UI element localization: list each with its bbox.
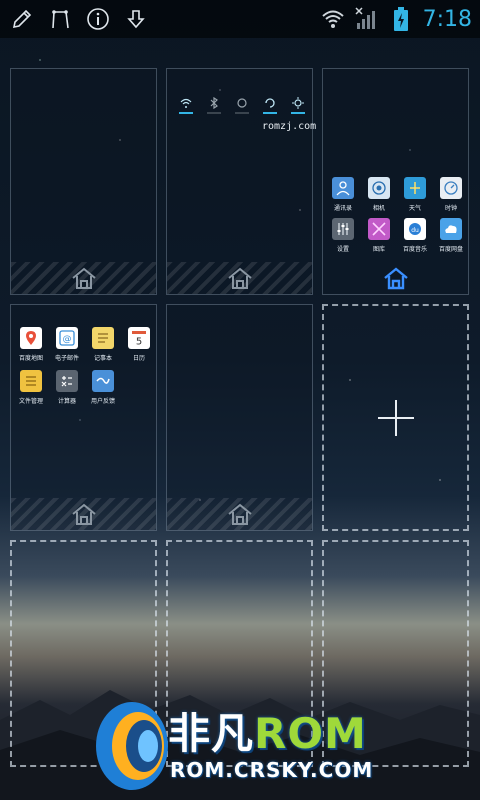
set-home-page-3[interactable]: [323, 262, 468, 294]
app-label: 日历: [132, 355, 145, 362]
app-shortcut: 记事本: [89, 327, 117, 362]
gallery-icon: [368, 218, 390, 240]
logo-brand-text: 非凡ROM: [168, 709, 367, 758]
app-label: 百度地图: [18, 355, 43, 362]
homescreen-page-5[interactable]: [166, 304, 313, 531]
app-label: 天气: [408, 205, 421, 212]
app-shortcut: 图库: [365, 218, 393, 253]
homescreen-page-4[interactable]: 百度地图 @ 电子邮件 记事本 5 日历文件管理 计算器 用户反馈: [10, 304, 157, 531]
info-icon: [86, 7, 110, 31]
battery-charging-icon: [389, 7, 413, 31]
set-home-page-5[interactable]: [167, 498, 312, 530]
svg-text:du: du: [411, 227, 419, 234]
app-shortcut: du 百度音乐: [401, 218, 429, 253]
calendar-icon: 5: [128, 327, 150, 349]
map-icon: [20, 327, 42, 349]
home-active-icon: [383, 267, 408, 290]
set-home-page-1[interactable]: [11, 262, 156, 294]
homescreen-page-3[interactable]: 通讯录 相机 天气 时钟设置 图库 du 百度音乐 百度网盘: [322, 68, 469, 295]
app-label: 通讯录: [333, 205, 352, 212]
wifi-icon: [321, 7, 345, 31]
app-shortcut: 相机: [365, 177, 393, 212]
logo-swirl-icon: [96, 702, 168, 790]
calculator-icon: [56, 370, 78, 392]
contacts-icon: [332, 177, 354, 199]
app-shortcut: 百度地图: [17, 327, 45, 362]
file-manager-icon: [20, 370, 42, 392]
bluetooth-toggle-icon: [207, 96, 221, 110]
power-control-widget: [179, 96, 305, 114]
app-label: 文件管理: [18, 398, 43, 405]
email-icon: @: [56, 327, 78, 349]
app-label: 百度音乐: [402, 246, 427, 253]
music-icon: du: [404, 218, 426, 240]
wifi-toggle-icon: [179, 96, 193, 110]
homescreen-page-1[interactable]: [10, 68, 157, 295]
cloud-icon: [440, 218, 462, 240]
page-3-app-grid: 通讯录 相机 天气 时钟设置 图库 du 百度音乐 百度网盘: [329, 177, 465, 253]
set-home-page-4[interactable]: [11, 498, 156, 530]
feedback-icon: [92, 370, 114, 392]
app-label: 设置: [336, 246, 349, 253]
add-page-icon: [377, 399, 414, 436]
app-label: 计算器: [57, 398, 76, 405]
app-shortcut: 百度网盘: [437, 218, 465, 253]
app-label: 电子邮件: [54, 355, 79, 362]
add-page-slot[interactable]: [322, 304, 469, 531]
app-shortcut: @ 电子邮件: [53, 327, 81, 362]
home-icon: [71, 503, 96, 525]
notepad-icon: [92, 327, 114, 349]
set-home-page-2[interactable]: [167, 262, 312, 294]
brightness-toggle-icon: [291, 96, 305, 110]
app-shortcut: 通讯录: [329, 177, 357, 212]
app-shortcut: 天气: [401, 177, 429, 212]
svg-text:5: 5: [136, 337, 142, 347]
app-label: 百度网盘: [438, 246, 463, 253]
app-shortcut: 用户反馈: [89, 370, 117, 405]
page-4-app-grid: 百度地图 @ 电子邮件 记事本 5 日历文件管理 计算器 用户反馈: [17, 327, 153, 405]
download-icon: [124, 7, 148, 31]
app-shortcut: 5 日历: [125, 327, 153, 362]
homescreen-page-2[interactable]: romzj.com: [166, 68, 317, 295]
camera-icon: [368, 177, 390, 199]
clock-icon: [440, 177, 462, 199]
app-label: 相机: [372, 205, 385, 212]
signal-icon: [355, 7, 379, 31]
app-label: 用户反馈: [90, 398, 115, 405]
app-shortcut: 设置: [329, 218, 357, 253]
settings-icon: [332, 218, 354, 240]
weather-icon: [404, 177, 426, 199]
sim-tool-icon: [48, 7, 72, 31]
home-icon: [71, 267, 96, 289]
svg-text:@: @: [63, 335, 72, 345]
app-label: 记事本: [93, 355, 112, 362]
status-bar: 7:18: [0, 0, 480, 38]
status-clock: 7:18: [422, 6, 472, 32]
app-label: 图库: [372, 246, 385, 253]
edit-icon: [10, 7, 34, 31]
logo-url-text: ROM.CRSKY.COM: [170, 758, 374, 782]
widget-watermark-text: romzj.com: [262, 121, 317, 132]
gps-toggle-icon: [235, 96, 249, 110]
sync-toggle-icon: [263, 96, 277, 110]
home-icon: [227, 503, 252, 525]
app-shortcut: 计算器: [53, 370, 81, 405]
app-shortcut: 时钟: [437, 177, 465, 212]
app-label: 时钟: [444, 205, 457, 212]
site-watermark-logo: 非凡ROM ROM.CRSKY.COM: [90, 694, 410, 794]
app-shortcut: 文件管理: [17, 370, 45, 405]
home-icon: [227, 267, 252, 289]
